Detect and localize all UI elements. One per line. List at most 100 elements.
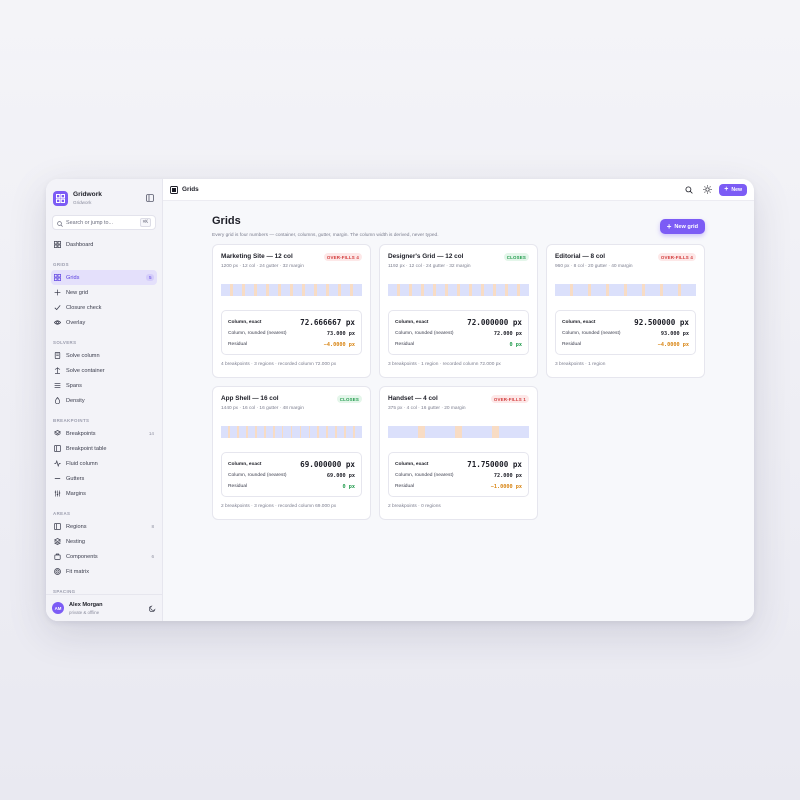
grid-column: [281, 284, 291, 296]
grid-card[interactable]: Editorial — 8 col 960 px · 8 col · 20 gu…: [546, 244, 705, 378]
app-window: Gridwork Gridwork ⌘K Dashboard GRIDS Grid…: [46, 179, 754, 621]
sidebar-item-density[interactable]: Density: [51, 393, 157, 408]
new-button[interactable]: + New: [719, 183, 747, 196]
grid-metrics: Column, exact 72.000000 px Column, rounde…: [388, 310, 529, 355]
solve-container-icon: [54, 367, 61, 374]
components-icon: [54, 553, 61, 560]
metric-value-rounded: 69.000 px: [326, 472, 355, 479]
grid-column: [317, 284, 327, 296]
grid-column: [436, 284, 446, 296]
grid-card-meta: 1200 px · 12 col · 24 gutter · 32 margin: [221, 264, 304, 269]
metric-value-rounded: 72.000 px: [493, 330, 522, 337]
sidebar-item-label: Gutters: [66, 475, 85, 482]
grid-column: [310, 426, 318, 438]
grid-card-footer: 3 breakpoints · 1 region: [555, 362, 606, 367]
grid-column: [424, 426, 456, 438]
grid-column: [412, 284, 422, 296]
metric-value-exact: 72.666667 px: [300, 318, 355, 327]
grid-column: [283, 426, 291, 438]
grid-column: [293, 284, 303, 296]
sidebar-item-grids[interactable]: Grids 5: [51, 270, 157, 285]
grid-column: [329, 284, 339, 296]
sidebar-item-breakpoint-table[interactable]: Breakpoint table: [51, 441, 157, 456]
metric-label-residual: Residual: [228, 342, 248, 347]
sidebar-item-regions[interactable]: Regions 8: [51, 519, 157, 534]
metric-value-rounded: 72.000 px: [493, 472, 522, 479]
metric-label-residual: Residual: [395, 484, 415, 489]
sidebar-item-spans[interactable]: Spans: [51, 378, 157, 393]
sidebar-toggle-icon[interactable]: [145, 193, 155, 203]
grid-card-title: Handset — 4 col: [388, 395, 438, 402]
sidebar-item-breakpoints[interactable]: Breakpoints 14: [51, 426, 157, 441]
grid-column: [354, 426, 363, 438]
plus-icon: +: [666, 221, 672, 231]
grid-card[interactable]: Designer's Grid — 12 col 1192 px · 12 co…: [379, 244, 538, 378]
search-shortcut: ⌘K: [139, 218, 151, 227]
sidebar-nav: Dashboard GRIDS Grids 5 New grid Closure che…: [46, 237, 162, 594]
grid-metrics: Column, exact 69.000000 px Column, rounde…: [221, 452, 362, 497]
sidebar-item-label: New grid: [66, 289, 89, 296]
status-badge: OVER-FILLS 4: [323, 253, 362, 261]
grid-column: [472, 284, 482, 296]
grid-column: [448, 284, 458, 296]
sidebar-item-label: Fit matrix: [66, 568, 89, 575]
nav-section-solvers: SOLVERS: [53, 340, 77, 345]
metric-label-rounded: Column, rounded (nearest): [395, 473, 454, 478]
sidebar-item-new-grid[interactable]: New grid: [51, 285, 157, 300]
metric-value-residual: −4.0000 px: [657, 341, 689, 348]
metric-label-exact: Column, exact: [395, 320, 429, 325]
grid-column: [496, 284, 506, 296]
grid-column: [247, 426, 256, 438]
grid-cards: Marketing Site — 12 col 1200 px · 12 col…: [212, 244, 706, 520]
grid-gutter: [418, 426, 425, 438]
metric-value-rounded: 93.000 px: [660, 330, 689, 337]
sidebar-item-label: Dashboard: [66, 241, 94, 248]
sidebar-item-closure-check[interactable]: Closure check: [51, 300, 157, 315]
grid-column: [555, 284, 570, 296]
search-input[interactable]: [66, 219, 140, 226]
sun-icon[interactable]: [701, 184, 713, 196]
topbar-title: Grids: [182, 186, 199, 193]
grid-column: [257, 284, 267, 296]
sidebar-item-count: 5: [146, 274, 154, 281]
metric-label-rounded: Column, rounded (nearest): [395, 331, 454, 336]
metric-label-exact: Column, exact: [562, 320, 596, 325]
grid-card[interactable]: Handset — 4 col 375 px · 4 col · 16 gutt…: [379, 386, 538, 520]
search-box[interactable]: ⌘K: [52, 215, 156, 230]
metric-label-exact: Column, exact: [228, 462, 262, 467]
sidebar-item-fluid-column[interactable]: Fluid column: [51, 456, 157, 471]
sidebar-item-components[interactable]: Components 6: [51, 549, 157, 564]
main-area: Grids + New Grids Every grid is four num…: [163, 179, 754, 621]
metric-value-residual: −4.0000 px: [323, 341, 355, 348]
solve-column-icon: [54, 352, 61, 359]
sidebar-item-fit-matrix[interactable]: Fit matrix: [51, 564, 157, 579]
sidebar-item-solve-container[interactable]: Solve container: [51, 363, 157, 378]
sidebar-item-gutters[interactable]: Gutters: [51, 471, 157, 486]
metric-value-exact: 92.500000 px: [634, 318, 689, 327]
grid-column: [336, 426, 345, 438]
grid-column: [460, 284, 470, 296]
user-profile[interactable]: AM Alex Morgan private & offline: [46, 594, 162, 621]
sidebar-item-solve-column[interactable]: Solve column: [51, 348, 157, 363]
grid-column: [627, 284, 642, 296]
grid-column: [520, 284, 530, 296]
sidebar-item-overlay[interactable]: Overlay: [51, 315, 157, 330]
sidebar-item-nesting[interactable]: Nesting: [51, 534, 157, 549]
spans-icon: [54, 382, 61, 389]
new-grid-icon: [54, 289, 61, 296]
grid-card[interactable]: Marketing Site — 12 col 1200 px · 12 col…: [212, 244, 371, 378]
sidebar-item-label: Regions: [66, 523, 87, 530]
grid-column: [301, 426, 309, 438]
sidebar-item-margins[interactable]: Margins: [51, 486, 157, 501]
grid-column: [498, 426, 529, 438]
grid-column: [388, 426, 419, 438]
search-icon[interactable]: [683, 184, 695, 196]
page-title: Grids: [212, 215, 241, 227]
grid-card-footer: 3 breakpoints · 1 region · recorded colu…: [388, 362, 501, 367]
nav-section-breakpoints: BREAKPOINTS: [53, 418, 90, 423]
new-grid-button[interactable]: + New grid: [659, 219, 705, 234]
metric-label-exact: Column, exact: [228, 320, 262, 325]
grid-card[interactable]: App Shell — 16 col 1440 px · 16 col · 16…: [212, 386, 371, 520]
sidebar-item-dashboard[interactable]: Dashboard: [51, 237, 157, 252]
moon-icon[interactable]: [148, 599, 156, 617]
